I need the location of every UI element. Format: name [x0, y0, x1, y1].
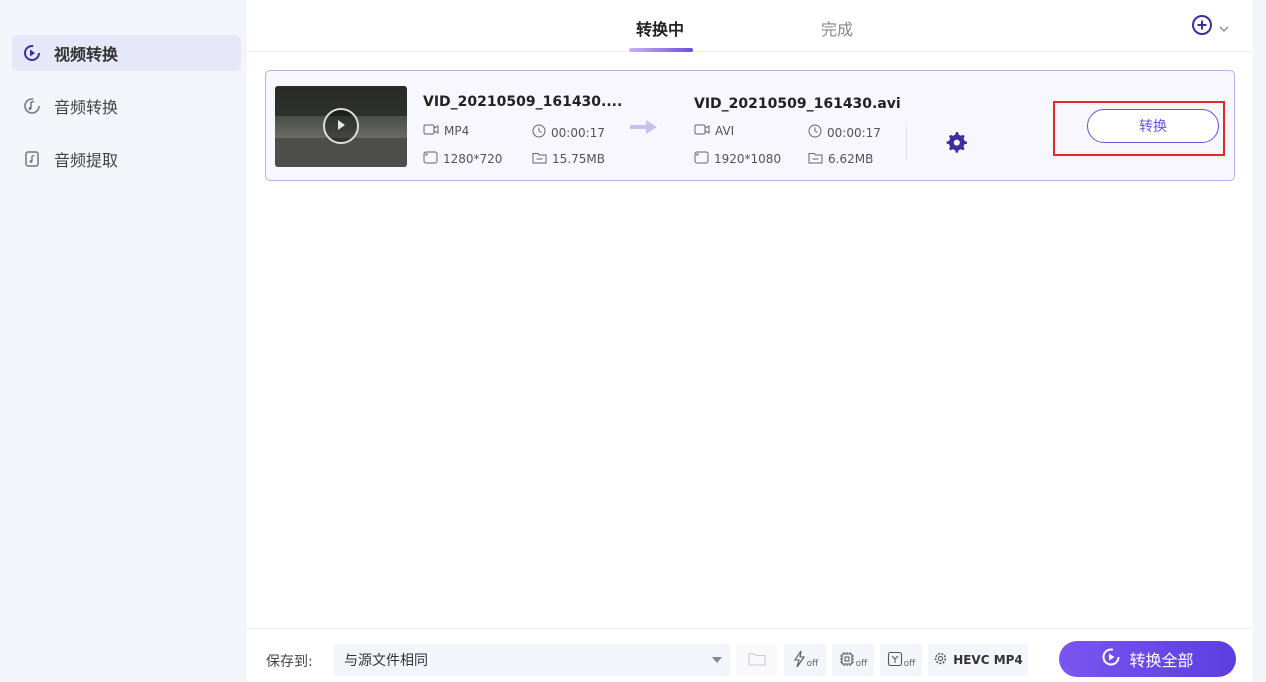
- video-format-icon: [694, 124, 710, 138]
- folder-icon: [748, 652, 766, 669]
- sidebar-item-audio-extract[interactable]: 音频提取: [12, 141, 241, 177]
- active-tab-indicator: [629, 48, 693, 52]
- resolution-icon: [694, 151, 709, 167]
- play-button[interactable]: [323, 108, 359, 144]
- hardware-accel-toggle[interactable]: off: [784, 644, 826, 676]
- video-format-icon: [423, 124, 439, 138]
- convert-all-icon: [1101, 647, 1121, 671]
- tab-completed[interactable]: 完成: [821, 16, 853, 40]
- merge-icon: [887, 651, 903, 670]
- source-resolution: 1280*720: [423, 151, 502, 167]
- source-format: MP4: [423, 124, 469, 138]
- sidebar-item-label: 视频转换: [54, 45, 119, 64]
- plus-circle-icon: [1191, 14, 1213, 40]
- save-to-label: 保存到:: [266, 654, 313, 670]
- add-file-button[interactable]: [1191, 14, 1229, 40]
- merge-toggle[interactable]: off: [880, 644, 922, 676]
- source-file-name: VID_20210509_161430....: [423, 94, 623, 110]
- source-size: 15.75MB: [532, 151, 605, 167]
- file-size-icon: [808, 151, 823, 167]
- target-file-name: VID_20210509_161430.avi: [694, 96, 901, 112]
- source-duration: 00:00:17: [532, 124, 605, 141]
- tab-converting[interactable]: 转换中: [636, 16, 684, 40]
- settings-icon: [933, 651, 948, 669]
- gear-icon[interactable]: [944, 130, 968, 158]
- convert-button-highlight: 转换: [1053, 101, 1225, 156]
- lightning-icon: [792, 650, 806, 671]
- audio-convert-icon: [22, 96, 42, 116]
- window-edge: [1253, 0, 1266, 682]
- clock-icon: [532, 124, 546, 141]
- tab-bar: 转换中 完成: [247, 0, 1253, 52]
- divider: [906, 126, 907, 160]
- target-size: 6.62MB: [808, 151, 873, 167]
- chevron-down-icon[interactable]: [1219, 18, 1229, 37]
- clock-icon: [808, 124, 822, 141]
- dropdown-arrow-icon: [712, 657, 722, 663]
- video-convert-icon: [22, 43, 42, 63]
- video-thumbnail: [275, 86, 407, 167]
- arrow-right-icon: [628, 118, 660, 140]
- open-folder-button[interactable]: [736, 644, 778, 676]
- target-resolution: 1920*1080: [694, 151, 781, 167]
- sidebar-item-label: 音频转换: [54, 98, 119, 117]
- audio-extract-icon: [22, 149, 42, 169]
- target-duration: 00:00:17: [808, 124, 881, 141]
- target-format: AVI: [694, 124, 734, 138]
- sidebar: 视频转换 音频转换 音频提取: [0, 0, 247, 682]
- sidebar-item-video-convert[interactable]: 视频转换: [12, 35, 241, 71]
- convert-button[interactable]: 转换: [1087, 109, 1219, 143]
- bottom-bar: 保存到: 与源文件相同 off off off HEVC MP4 转换全部: [247, 628, 1253, 682]
- sidebar-item-audio-convert[interactable]: 音频转换: [12, 88, 241, 124]
- gpu-accel-toggle[interactable]: off: [832, 644, 874, 676]
- play-icon: [334, 117, 348, 136]
- sidebar-item-label: 音频提取: [54, 151, 119, 170]
- main-panel: 转换中 完成 VID_20210509_161430.... MP4 00:00…: [247, 0, 1253, 682]
- chip-icon: [839, 651, 855, 670]
- resolution-icon: [423, 151, 438, 167]
- output-format-settings-button[interactable]: HEVC MP4: [928, 644, 1028, 676]
- convert-all-button[interactable]: 转换全部: [1059, 641, 1236, 677]
- file-size-icon: [532, 151, 547, 167]
- save-to-select[interactable]: 与源文件相同: [334, 644, 730, 676]
- file-item-card: VID_20210509_161430.... MP4 00:00:17 128…: [265, 70, 1235, 181]
